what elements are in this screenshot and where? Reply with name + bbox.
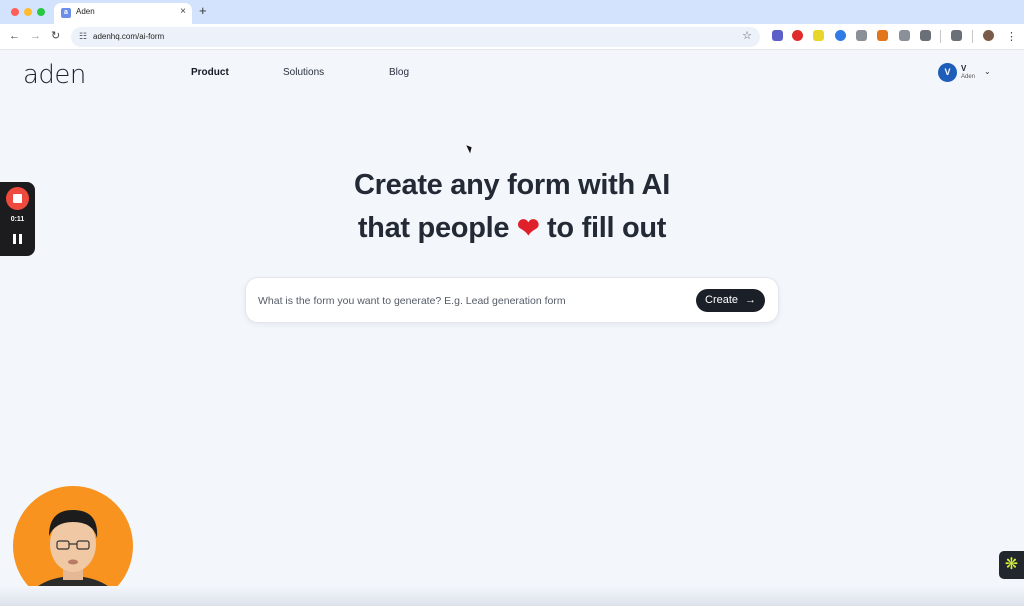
form-prompt-box: Create →	[245, 277, 779, 323]
site-logo[interactable]: aden	[23, 60, 86, 90]
toolbar-divider	[972, 30, 973, 43]
extensions-puzzle-icon[interactable]	[920, 30, 931, 41]
mail-extension-icon[interactable]	[856, 30, 867, 41]
reading-list-icon[interactable]	[951, 30, 962, 41]
bookmark-star-icon[interactable]: ☆	[742, 29, 752, 42]
mouse-cursor-icon	[466, 143, 474, 154]
extension-icon[interactable]	[772, 30, 783, 41]
hero-heading-line1: Create any form with AI	[354, 169, 670, 201]
back-icon[interactable]: ←	[9, 29, 20, 43]
address-bar[interactable]: ☷ adenhq.com/ai-form ☆	[71, 27, 760, 47]
form-prompt-input[interactable]	[258, 292, 688, 310]
camera-extension-icon[interactable]	[899, 30, 910, 41]
arrow-right-icon: →	[745, 294, 756, 306]
reload-icon[interactable]: ↻	[51, 29, 60, 43]
site-info-icon[interactable]: ☷	[79, 31, 87, 42]
window-maximize-icon[interactable]	[37, 8, 45, 16]
pause-icon[interactable]	[13, 234, 22, 244]
user-avatar[interactable]: V	[938, 63, 957, 82]
chevron-down-icon[interactable]: ⌄	[984, 67, 991, 76]
stop-icon	[13, 194, 22, 203]
tab-close-icon[interactable]: ×	[180, 6, 186, 18]
nav-solutions[interactable]: Solutions	[283, 67, 324, 78]
browser-tabstrip: a Aden × +	[0, 0, 1024, 24]
create-button-label: Create	[705, 294, 739, 306]
browser-menu-icon[interactable]: ⋮	[1006, 30, 1017, 44]
hero-line2-end: to fill out	[539, 212, 667, 244]
user-org: Aden	[961, 74, 976, 80]
extension-icon[interactable]	[813, 30, 824, 41]
nav-product[interactable]: Product	[191, 67, 229, 78]
tab-title: Aden	[76, 7, 95, 16]
browser-tab[interactable]: a Aden ×	[54, 3, 192, 24]
metamask-extension-icon[interactable]	[877, 30, 888, 41]
create-button[interactable]: Create →	[696, 289, 765, 312]
toolbar-divider	[940, 30, 941, 43]
hero-line2-start: that people	[357, 212, 517, 244]
hero-heading-line2: that people ❤ to fill out	[262, 212, 762, 245]
new-tab-button[interactable]: +	[199, 4, 207, 18]
extension-icon[interactable]	[835, 30, 846, 41]
heart-icon: ❤	[516, 213, 540, 243]
profile-avatar-icon[interactable]	[983, 30, 994, 41]
help-widget-icon[interactable]: ❋	[999, 551, 1024, 579]
bottom-shadow	[0, 586, 1024, 606]
favicon-icon: a	[61, 8, 71, 18]
recording-timer: 0:11	[10, 216, 25, 223]
screen-recorder-panel: 0:11	[0, 182, 35, 256]
browser-toolbar: ← → ↻ ☷ adenhq.com/ai-form ☆ ⋮	[0, 24, 1024, 50]
forward-icon[interactable]: →	[30, 29, 41, 43]
window-minimize-icon[interactable]	[24, 8, 32, 16]
user-name[interactable]: V	[961, 64, 966, 73]
nav-blog[interactable]: Blog	[389, 67, 409, 78]
extension-icon[interactable]	[792, 30, 803, 41]
window-close-icon[interactable]	[11, 8, 19, 16]
stop-recording-button[interactable]	[6, 187, 29, 210]
url-text[interactable]: adenhq.com/ai-form	[93, 32, 164, 41]
